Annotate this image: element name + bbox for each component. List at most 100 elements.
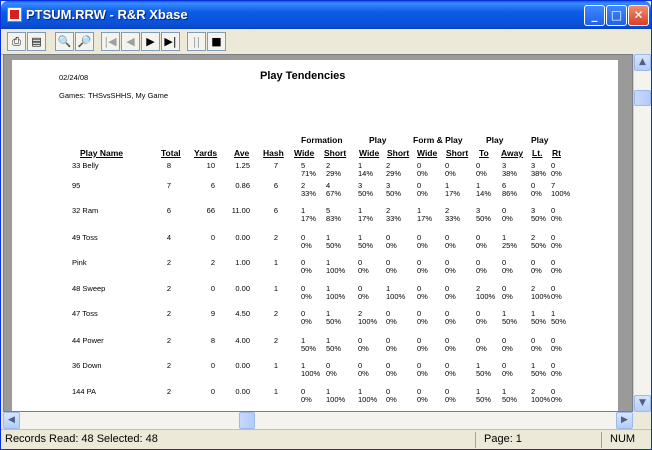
tendency-percent: 100% <box>301 369 321 378</box>
app-window: PTSUM.RRW - R&R Xbase _ □ ✕ ⎙ ▤ 🔍 🔎 |◀ ◀… <box>0 0 652 450</box>
play-name: 36 Down <box>72 361 102 370</box>
tendency-percent: 50% <box>476 369 492 378</box>
tendency-percent: 14% <box>476 189 492 198</box>
play-name: 47 Toss <box>72 309 98 318</box>
tendency-percent: 0% <box>502 344 513 353</box>
play-name: 33 Belly <box>72 161 99 170</box>
column-header: To <box>479 148 489 158</box>
group-header: Form & Play <box>413 135 463 145</box>
tendency-percent: 0% <box>358 344 369 353</box>
play-ave: 1.25 <box>235 161 250 170</box>
tendency-percent: 100% <box>358 317 378 326</box>
tendency-percent: 50% <box>326 344 342 353</box>
pause-button[interactable]: || <box>187 32 206 51</box>
tendency-percent: 100% <box>531 292 551 301</box>
tendency-percent: 100% <box>476 292 496 301</box>
tendency-percent: 100% <box>551 189 571 198</box>
vertical-scrollbar[interactable]: ▲ ▼ <box>633 54 651 412</box>
tendency-percent: 0% <box>551 395 562 404</box>
scroll-down-button[interactable]: ▼ <box>634 395 651 412</box>
maximize-button[interactable]: □ <box>606 5 627 26</box>
tendency-percent: 38% <box>502 169 518 178</box>
tendency-percent: 50% <box>531 317 547 326</box>
close-button[interactable]: ✕ <box>628 5 649 26</box>
tendency-percent: 0% <box>386 241 397 250</box>
column-header: Short <box>324 148 347 158</box>
tendency-percent: 50% <box>358 189 374 198</box>
column-header: Hash <box>263 148 284 158</box>
tendency-percent: 17% <box>301 214 317 223</box>
play-yards: 8 <box>210 336 215 345</box>
tendency-percent: 0% <box>502 292 513 301</box>
tendency-percent: 0% <box>531 266 542 275</box>
prev-page-button[interactable]: ◀ <box>121 32 140 51</box>
tendency-percent: 33% <box>445 214 461 223</box>
zoom-out-button[interactable]: 🔎 <box>75 32 94 51</box>
last-page-button[interactable]: ▶| <box>161 32 180 51</box>
scroll-left-button[interactable]: ◀ <box>3 412 20 429</box>
tendency-percent: 0% <box>551 369 562 378</box>
app-icon[interactable] <box>7 7 22 22</box>
games-value: THSvsSHHS, My Game <box>88 91 169 100</box>
play-yards: 2 <box>210 258 215 267</box>
zoom-in-button[interactable]: 🔍 <box>55 32 74 51</box>
group-header: Play <box>486 135 504 145</box>
tendency-percent: 0% <box>386 266 397 275</box>
tendency-percent: 0% <box>301 395 312 404</box>
tendency-percent: 0% <box>551 292 562 301</box>
horizontal-scroll-thumb[interactable] <box>239 412 255 429</box>
tendency-percent: 0% <box>445 266 456 275</box>
tendency-percent: 0% <box>417 189 428 198</box>
tendency-percent: 0% <box>445 395 456 404</box>
vertical-scroll-thumb[interactable] <box>634 90 651 106</box>
tendency-percent: 50% <box>326 241 342 250</box>
games-label: Games: <box>59 91 86 100</box>
column-header: Ave <box>234 148 250 158</box>
tendency-percent: 0% <box>358 292 369 301</box>
play-hash: 6 <box>273 181 278 190</box>
play-ave: 0.86 <box>235 181 250 190</box>
minimize-button[interactable]: _ <box>584 5 605 26</box>
tendency-percent: 0% <box>417 292 428 301</box>
next-page-button[interactable]: ▶ <box>141 32 160 51</box>
play-ave: 0.00 <box>235 233 250 242</box>
tendency-percent: 83% <box>326 214 342 223</box>
tendency-percent: 0% <box>301 292 312 301</box>
play-name: 48 Sweep <box>72 284 106 293</box>
play-ave: 0.00 <box>235 284 250 293</box>
tendency-percent: 0% <box>417 266 428 275</box>
column-header: Lt. <box>532 148 543 158</box>
scroll-up-button[interactable]: ▲ <box>634 54 651 71</box>
tendency-percent: 100% <box>386 292 406 301</box>
play-total: 2 <box>166 284 171 293</box>
play-total: 4 <box>166 233 171 242</box>
records-status: Records Read: 48 Selected: 48 <box>5 433 158 445</box>
stop-button[interactable]: ■ <box>207 32 226 51</box>
scroll-right-button[interactable]: ▶ <box>616 412 633 429</box>
play-name: 95 <box>72 181 81 190</box>
tendency-percent: 100% <box>326 292 346 301</box>
first-page-button[interactable]: |◀ <box>101 32 120 51</box>
report-viewport[interactable]: 02/24/08 Play Tendencies Games: THSvsSHH… <box>3 54 633 412</box>
title-bar[interactable]: PTSUM.RRW - R&R Xbase _ □ ✕ <box>1 1 651 29</box>
tendency-percent: 17% <box>417 214 433 223</box>
tendency-percent: 50% <box>386 189 402 198</box>
tendency-percent: 0% <box>476 266 487 275</box>
print-button[interactable]: ⎙ <box>7 32 26 51</box>
tendency-percent: 100% <box>326 266 346 275</box>
play-total: 6 <box>166 206 171 215</box>
tendency-percent: 0% <box>502 214 513 223</box>
play-yards: 10 <box>206 161 215 170</box>
page-setup-button[interactable]: ▤ <box>27 32 46 51</box>
tendency-percent: 0% <box>551 266 562 275</box>
tendency-percent: 0% <box>326 369 337 378</box>
tendency-percent: 29% <box>386 169 402 178</box>
play-total: 2 <box>166 336 171 345</box>
group-header: Formation <box>301 135 343 145</box>
play-yards: 0 <box>210 361 215 370</box>
tendency-percent: 86% <box>502 189 518 198</box>
column-header: Yards <box>194 148 218 158</box>
play-ave: 0.00 <box>235 387 250 396</box>
play-total: 2 <box>166 309 171 318</box>
horizontal-scrollbar[interactable]: ◀ ▶ <box>3 412 633 429</box>
